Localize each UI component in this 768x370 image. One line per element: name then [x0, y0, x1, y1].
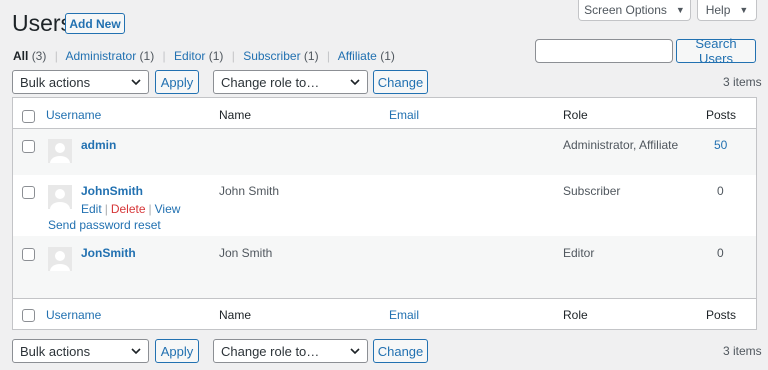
role-filters: All (3) | Administrator (1) | Editor (1)…	[13, 49, 395, 63]
filter-separator: |	[162, 49, 166, 63]
edit-link[interactable]: Edit	[81, 202, 102, 216]
search-users-button[interactable]: Search Users	[676, 36, 756, 66]
row-checkbox[interactable]	[22, 140, 35, 153]
filter-all[interactable]: All	[13, 49, 28, 63]
chevron-down-icon	[131, 79, 141, 86]
search-input[interactable]	[535, 39, 673, 63]
bulk-actions-select-bottom[interactable]: Bulk actions	[12, 339, 149, 363]
filter-affiliate[interactable]: Affiliate	[338, 49, 377, 63]
send-password-reset-link[interactable]: Send password reset	[48, 218, 161, 232]
change-role-select-bottom[interactable]: Change role to…	[213, 339, 368, 363]
caret-down-icon: ▼	[675, 5, 685, 15]
filter-affiliate-count: (1)	[380, 49, 395, 63]
row-checkbox[interactable]	[22, 248, 35, 261]
help-label: Help	[705, 3, 731, 17]
user-name: Jon Smith	[219, 246, 273, 260]
column-posts-footer: Posts	[706, 308, 737, 322]
bulk-actions-select-top[interactable]: Bulk actions	[12, 70, 149, 94]
user-role: Editor	[563, 246, 595, 260]
chevron-down-icon	[350, 348, 360, 355]
username-link[interactable]: JonSmith	[81, 246, 136, 260]
bulk-actions-value: Bulk actions	[20, 343, 91, 359]
filter-administrator[interactable]: Administrator	[66, 49, 137, 63]
avatar	[48, 185, 72, 209]
change-role-select-top[interactable]: Change role to…	[213, 70, 368, 94]
footer-divider	[13, 298, 756, 299]
chevron-down-icon	[350, 79, 360, 86]
apply-button-top[interactable]: Apply	[155, 70, 199, 94]
add-new-button[interactable]: Add New	[65, 13, 125, 34]
filter-editor[interactable]: Editor	[174, 49, 205, 63]
apply-button-bottom[interactable]: Apply	[155, 339, 199, 363]
filter-subscriber[interactable]: Subscriber	[243, 49, 300, 63]
filter-editor-count: (1)	[208, 49, 224, 63]
delete-link[interactable]: Delete	[111, 202, 146, 216]
column-email-footer[interactable]: Email	[389, 308, 419, 322]
column-username[interactable]: Username	[46, 108, 101, 122]
help-button[interactable]: Help ▼	[697, 0, 757, 21]
caret-down-icon: ▼	[739, 5, 749, 15]
bulk-actions-value: Bulk actions	[20, 74, 91, 90]
screen-options-label: Screen Options	[584, 3, 667, 17]
select-all-checkbox[interactable]	[22, 110, 35, 123]
filter-subscriber-count: (1)	[303, 49, 319, 63]
view-link[interactable]: View	[155, 202, 181, 216]
column-posts: Posts	[706, 108, 737, 122]
column-email[interactable]: Email	[389, 108, 419, 122]
users-table: Username Name Email Role Posts admin Adm…	[12, 97, 757, 330]
row-actions: Edit | Delete | View	[81, 202, 180, 216]
column-name-footer: Name	[219, 308, 252, 322]
posts-count: 0	[717, 246, 724, 260]
default-avatar-icon	[50, 143, 70, 163]
posts-count: 0	[717, 184, 724, 198]
avatar	[48, 139, 72, 163]
change-role-value: Change role to…	[221, 74, 320, 90]
items-count-bottom: 3 items	[723, 344, 762, 358]
username-link[interactable]: admin	[81, 138, 116, 152]
filter-administrator-count: (1)	[139, 49, 155, 63]
items-count-top: 3 items	[723, 75, 762, 89]
column-name: Name	[219, 108, 252, 122]
chevron-down-icon	[131, 348, 141, 355]
change-role-value: Change role to…	[221, 343, 320, 359]
user-role: Subscriber	[563, 184, 621, 198]
filter-all-count: (3)	[31, 49, 47, 63]
select-all-checkbox-footer[interactable]	[22, 309, 35, 322]
action-separator: |	[148, 202, 152, 216]
column-username-footer[interactable]: Username	[46, 308, 101, 322]
column-role: Role	[563, 108, 588, 122]
header-divider	[13, 128, 756, 129]
action-separator: |	[104, 202, 108, 216]
page-title: Users	[12, 10, 73, 36]
column-role-footer: Role	[563, 308, 588, 322]
username-link[interactable]: JohnSmith	[81, 184, 143, 198]
change-button-bottom[interactable]: Change	[373, 339, 428, 363]
filter-separator: |	[231, 49, 235, 63]
change-button-top[interactable]: Change	[373, 70, 428, 94]
default-avatar-icon	[50, 189, 70, 209]
user-name: John Smith	[219, 184, 280, 198]
filter-separator: |	[54, 49, 58, 63]
filter-separator: |	[326, 49, 331, 63]
user-role: Administrator, Affiliate	[563, 138, 679, 152]
avatar	[48, 247, 72, 271]
default-avatar-icon	[50, 251, 70, 271]
row-checkbox[interactable]	[22, 186, 35, 199]
screen-options-button[interactable]: Screen Options ▼	[578, 0, 691, 21]
posts-count-link[interactable]: 50	[714, 138, 727, 152]
